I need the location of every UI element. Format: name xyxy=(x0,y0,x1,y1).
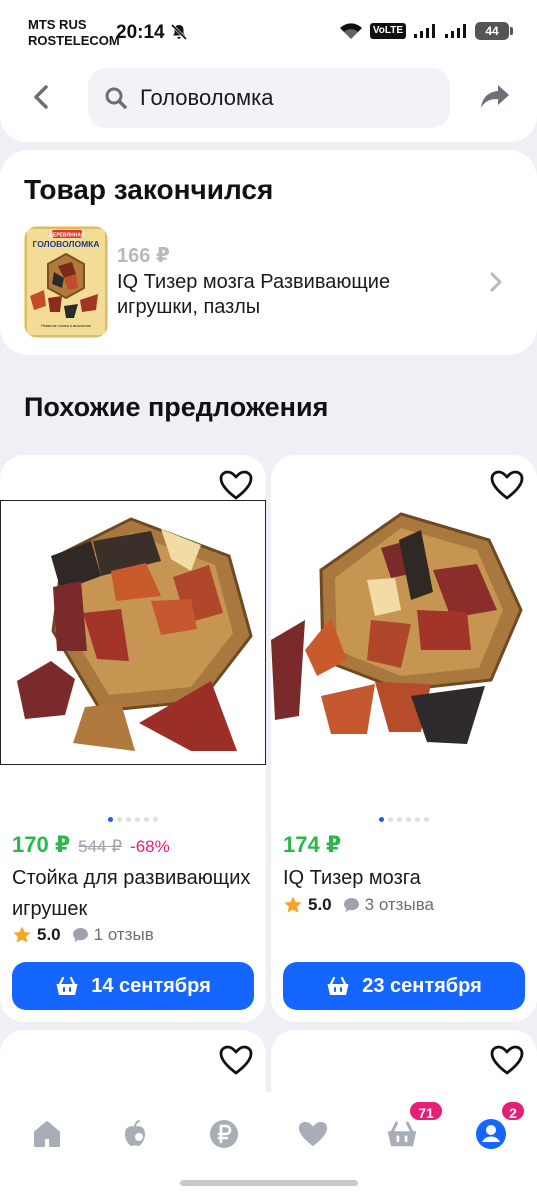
delivery-date-button[interactable]: 23 сентября xyxy=(283,962,525,1010)
profile-notification-badge: 2 xyxy=(500,1100,526,1122)
price-row: 174 ₽ xyxy=(283,832,357,858)
carrier-line-2: ROSTELECOM xyxy=(28,33,120,48)
star-icon xyxy=(284,896,302,913)
product-name: IQ Тизер мозга xyxy=(283,867,421,889)
home-indicator[interactable] xyxy=(180,1180,358,1186)
nav-finance[interactable] xyxy=(204,1114,244,1154)
similar-offers-title: Похожие предложения xyxy=(24,392,329,422)
favorite-button[interactable] xyxy=(218,1044,254,1076)
chevron-left-icon xyxy=(34,85,48,109)
delivery-date: 14 сентября xyxy=(91,974,211,997)
heart-icon xyxy=(298,1121,328,1147)
status-bar: MTS RUS ROSTELECOM 20:14 VoLTE 44 xyxy=(0,0,537,64)
product-name: Стойка для развивающих игрушек xyxy=(12,867,251,920)
ruble-icon xyxy=(210,1120,238,1148)
signal-icon xyxy=(445,24,466,38)
price: 174 ₽ xyxy=(283,832,342,857)
share-arrow-icon xyxy=(481,85,509,108)
top-bar: Головоломка xyxy=(0,64,537,142)
comment-icon xyxy=(343,898,359,912)
rating-score: 5.0 xyxy=(308,895,332,914)
cart-count-badge: 71 xyxy=(408,1100,444,1122)
basket-icon xyxy=(56,976,78,995)
basket-icon xyxy=(387,1121,417,1147)
product-card[interactable]: 174 ₽ IQ Тизер мозга 5.0 3 отзыва 23 сен… xyxy=(271,455,537,1022)
heart-icon xyxy=(219,470,253,500)
out-of-stock-price: 166 ₽ xyxy=(117,245,170,267)
discount-badge: -68% xyxy=(130,837,170,856)
price-row: 170 ₽ 544 ₽ -68% xyxy=(12,832,170,858)
product-image[interactable] xyxy=(271,500,537,765)
delivery-date-button[interactable]: 14 сентября xyxy=(12,962,254,1010)
heart-icon xyxy=(490,1045,524,1075)
image-pager xyxy=(0,817,266,822)
thumb-top-text: ДЕРЕВЯННАЯ xyxy=(49,233,84,239)
wifi-icon xyxy=(339,23,362,39)
comment-icon xyxy=(72,928,88,942)
reviews-count: 1 отзыв xyxy=(72,925,154,945)
home-icon xyxy=(34,1121,60,1147)
status-time: 20:14 xyxy=(116,22,165,43)
reviews-label: 3 отзыва xyxy=(364,895,434,914)
favorite-button[interactable] xyxy=(489,1044,525,1076)
reviews-label: 1 отзыв xyxy=(93,925,154,944)
share-button[interactable] xyxy=(479,82,511,112)
profile-icon xyxy=(476,1119,506,1149)
carrier-name: MTS RUS ROSTELECOM xyxy=(28,17,120,49)
heart-icon xyxy=(219,1045,253,1075)
puzzle-box-image: ДЕРЕВЯННАЯ ГОЛОВОЛОМКА Развитие логики и… xyxy=(24,226,108,338)
search-input[interactable]: Головоломка xyxy=(88,68,450,128)
volte-badge: VoLTE xyxy=(369,23,406,39)
rating-score: 5.0 xyxy=(37,925,61,944)
puzzle-image xyxy=(17,517,253,751)
reviews-count: 3 отзыва xyxy=(343,895,434,915)
out-of-stock-title: Товар закончился xyxy=(24,174,274,205)
product-card[interactable]: 170 ₽ 544 ₽ -68% Стойка для развивающих … xyxy=(0,455,266,1022)
search-icon xyxy=(105,87,127,109)
back-button[interactable] xyxy=(28,82,56,112)
basket-icon xyxy=(327,976,349,995)
out-of-stock-card[interactable]: Товар закончился ДЕРЕВЯННАЯ ГОЛОВОЛОМКА … xyxy=(0,150,537,355)
out-of-stock-product-name: IQ Тизер мозга Развивающие игрушки, пазл… xyxy=(117,271,391,318)
battery-icon: 44 xyxy=(475,22,513,40)
thumb-title: ГОЛОВОЛОМКА xyxy=(33,239,100,249)
puzzle-image xyxy=(271,512,523,744)
thumb-bottom-text: Развитие логики и мышления xyxy=(41,324,91,328)
heart-icon xyxy=(490,470,524,500)
price: 170 ₽ xyxy=(12,832,71,857)
rating-row: 5.0 1 отзыв xyxy=(12,925,154,945)
search-query: Головоломка xyxy=(140,85,274,110)
product-image[interactable] xyxy=(0,500,266,765)
old-price: 544 ₽ xyxy=(78,837,123,856)
apple-icon xyxy=(125,1120,145,1146)
product-thumbnail: ДЕРЕВЯННАЯ ГОЛОВОЛОМКА Развитие логики и… xyxy=(24,226,108,338)
rating-row: 5.0 3 отзыва xyxy=(283,895,434,915)
bottom-navigation: 71 2 xyxy=(0,1092,537,1200)
nav-catalog[interactable] xyxy=(115,1114,155,1154)
delivery-date: 23 сентября xyxy=(362,974,482,997)
favorite-button[interactable] xyxy=(218,469,254,501)
carrier-line-1: MTS RUS xyxy=(28,17,87,32)
nav-home[interactable] xyxy=(27,1114,67,1154)
favorite-button[interactable] xyxy=(489,469,525,501)
image-pager xyxy=(271,817,537,822)
star-icon xyxy=(13,926,31,943)
chevron-right-icon xyxy=(490,272,502,292)
nav-favorites[interactable] xyxy=(293,1114,333,1154)
signal-icon xyxy=(414,24,435,38)
mute-bell-icon xyxy=(170,23,188,41)
